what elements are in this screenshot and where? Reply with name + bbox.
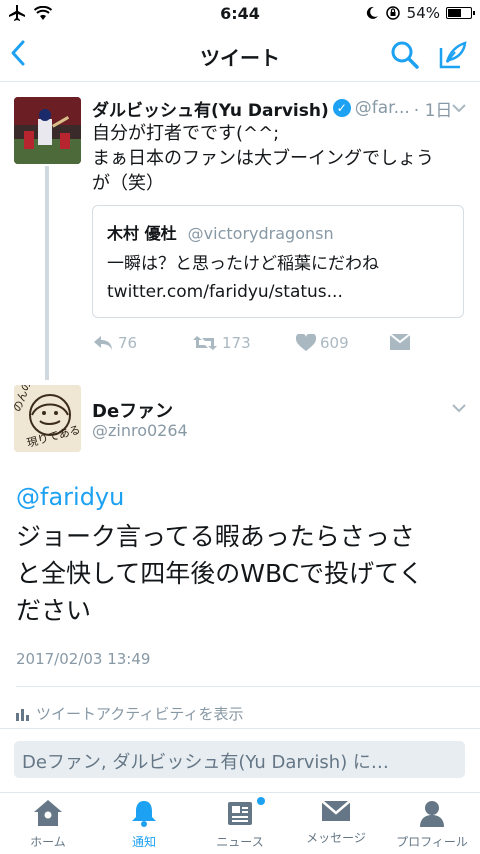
tweet-text: ジョーク言ってる暇あったらさっさ と全快して四年後のWBCで投げてく ださい — [16, 518, 462, 629]
tweet-text-line: 自分が打者でです(^^; — [92, 123, 280, 144]
rotation-lock-icon — [385, 6, 400, 20]
quoted-tweet[interactable]: 木村 優杜 @victorydragonsn 一瞬は？と思ったけど稲葉にだわね … — [92, 205, 464, 318]
retweet-icon — [193, 336, 217, 350]
dm-button[interactable] — [390, 334, 410, 350]
thread-line — [45, 166, 49, 380]
avatar[interactable]: のんのん 現りである — [14, 385, 81, 452]
tab-label: ホーム — [30, 835, 66, 849]
tweet-time: · 1日 — [413, 100, 453, 121]
person-icon — [420, 801, 444, 827]
news-badge — [257, 797, 265, 805]
battery-percent: 54% — [406, 4, 440, 22]
moon-icon — [366, 6, 378, 19]
envelope-icon — [390, 334, 410, 350]
tab-label: 通知 — [131, 835, 156, 849]
like-button[interactable]: 609 — [296, 334, 349, 352]
status-right: 54% — [365, 4, 475, 22]
tweet-activity-label: ツイートアクティビティを表示 — [36, 705, 244, 723]
battery-icon — [446, 7, 475, 19]
tab-messages[interactable]: メッセージ — [288, 799, 384, 846]
status-bar: 6:44 54% — [0, 0, 480, 28]
reply-button[interactable]: 76 — [92, 334, 137, 352]
nav-bar: ツイート — [0, 28, 480, 82]
home-icon — [34, 800, 62, 826]
reply-icon — [94, 336, 112, 350]
retweet-count: 173 — [222, 334, 251, 352]
tweet-text-line: ださい — [16, 596, 92, 625]
quoted-username: @victorydragonsn — [187, 224, 334, 243]
tweet-activity-link[interactable]: ツイートアクティビティを表示 — [16, 703, 243, 724]
tab-bar: ホーム 通知 ニュース メッセージ プロフィール — [0, 792, 480, 854]
heart-icon — [296, 334, 316, 351]
verified-badge-icon: ✓ — [332, 99, 351, 117]
username[interactable]: @zinro0264 — [92, 421, 188, 440]
search-icon — [391, 41, 419, 69]
reply-input[interactable]: Deファン, ダルビッシュ有(Yu Darvish) に… — [14, 741, 465, 778]
tweet-text-line: が（笑） — [92, 173, 164, 194]
baseball-photo-avatar — [14, 97, 81, 164]
tweet-text-line: と全快して四年後のWBCで投げてく — [16, 559, 424, 588]
news-icon — [228, 802, 252, 825]
quoted-tweet-header: 木村 優杜 @victorydragonsn — [107, 220, 334, 244]
tweet-text-line: ジョーク言ってる暇あったらさっさ — [16, 522, 415, 551]
username[interactable]: @far... — [355, 98, 410, 118]
search-button[interactable] — [390, 40, 420, 70]
divider — [16, 686, 480, 687]
avatar[interactable] — [14, 97, 81, 164]
tweet-date: 2017/02/03 13:49 — [16, 650, 151, 668]
quoted-text-line: 一瞬は？と思ったけど稲葉にだわね — [107, 254, 379, 274]
quoted-tweet-text: 一瞬は？と思ったけど稲葉にだわね twitter.com/faridyu/sta… — [107, 250, 453, 306]
manga-avatar: のんのん 現りである — [14, 385, 81, 452]
retweet-button[interactable]: 173 — [192, 334, 251, 352]
display-name[interactable]: Deファン — [92, 397, 173, 423]
tab-home[interactable]: ホーム — [0, 799, 96, 850]
compose-icon — [439, 41, 467, 69]
like-count: 609 — [320, 334, 349, 352]
tweet-text: 自分が打者でです(^^; まぁ日本のファンは大ブーイングでしょう が（笑） — [92, 121, 460, 196]
chevron-down-icon[interactable] — [452, 403, 466, 413]
tab-notifications[interactable]: 通知 — [96, 799, 192, 850]
tab-label: メッセージ — [306, 831, 366, 845]
tab-profile[interactable]: プロフィール — [384, 799, 480, 850]
tweet-text-line: まぁ日本のファンは大ブーイングでしょう — [92, 148, 434, 169]
mail-icon — [321, 800, 351, 821]
quoted-link[interactable]: twitter.com/faridyu/status... — [107, 278, 453, 306]
tab-news[interactable]: ニュース — [192, 799, 288, 850]
bell-icon — [132, 801, 156, 827]
reply-count: 76 — [118, 334, 138, 352]
tweet-actions: 76 173 609 — [92, 334, 452, 358]
bar-chart-icon — [16, 708, 29, 721]
chevron-down-icon[interactable] — [452, 103, 466, 113]
display-name[interactable]: ダルビッシュ有(Yu Darvish) — [92, 96, 329, 121]
tweet-header: ダルビッシュ有(Yu Darvish) ✓ @far... · 1日 — [92, 96, 468, 121]
tab-label: ニュース — [216, 835, 264, 849]
mention-link[interactable]: @faridyu — [16, 483, 124, 511]
compose-button[interactable] — [438, 40, 468, 70]
tab-label: プロフィール — [396, 835, 468, 849]
divider — [0, 728, 480, 729]
quoted-display-name: 木村 優杜 — [107, 224, 177, 243]
